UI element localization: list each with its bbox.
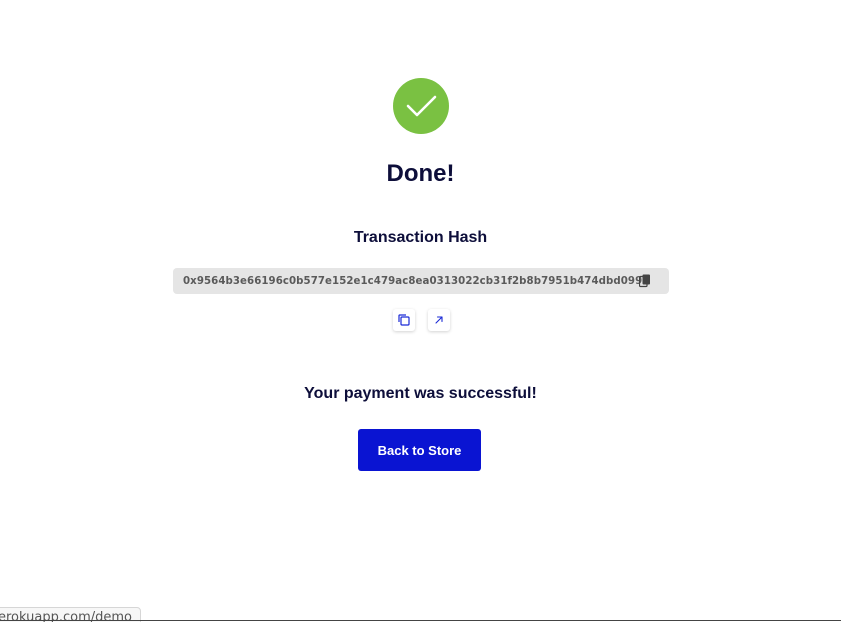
external-link-icon — [435, 316, 443, 324]
transaction-hash-box: 0x9564b3e66196c0b577e152e1c479ac8ea03130… — [173, 268, 669, 294]
checkmark-icon — [406, 95, 437, 117]
copy-icon — [398, 314, 410, 326]
transaction-hash-label: Transaction Hash — [353, 229, 488, 246]
open-explorer-button[interactable] — [428, 309, 450, 331]
transaction-hash-value: 0x9564b3e66196c0b577e152e1c479ac8ea03130… — [183, 275, 650, 287]
window-bottom-edge — [0, 620, 841, 621]
copy-hash-button[interactable] — [393, 309, 415, 331]
back-to-store-button[interactable]: Back to Store — [358, 429, 481, 471]
clipboard-icon[interactable] — [638, 274, 651, 288]
success-message: Your payment was successful! — [304, 385, 537, 402]
success-check-circle — [393, 78, 449, 134]
page-title: Done! — [386, 160, 455, 187]
